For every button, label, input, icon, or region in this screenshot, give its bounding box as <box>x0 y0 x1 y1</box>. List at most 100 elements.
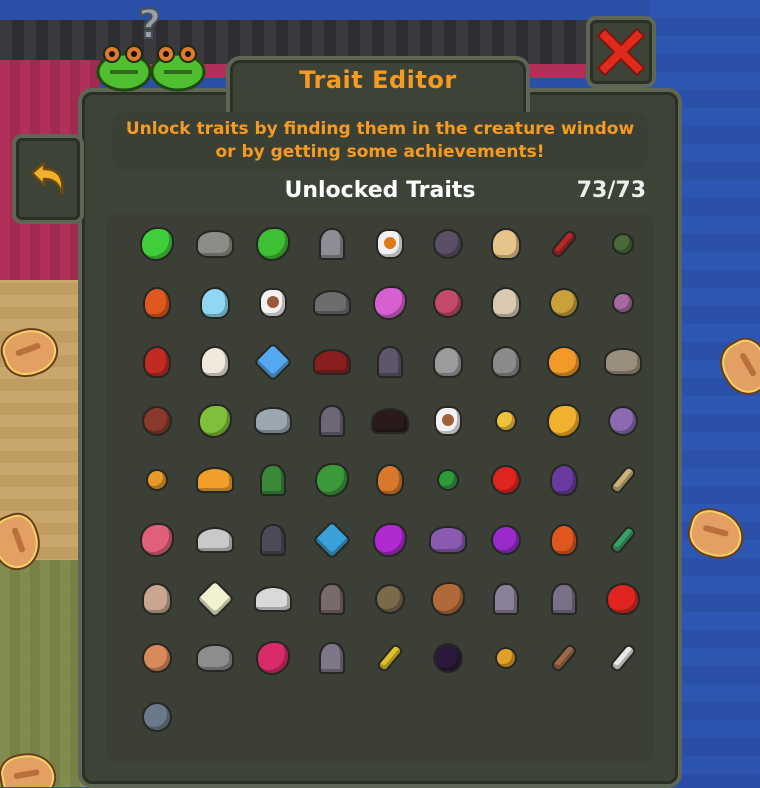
pinwheel-icon <box>314 522 349 557</box>
trait-slot[interactable] <box>594 510 652 569</box>
trait-slot[interactable] <box>477 273 535 332</box>
trait-slot[interactable] <box>244 628 302 687</box>
close-x-icon <box>597 28 645 76</box>
trait-slot[interactable] <box>186 332 244 391</box>
section-title: Unlocked Traits <box>284 178 476 203</box>
trait-slot[interactable] <box>419 569 477 628</box>
trait-slot[interactable] <box>477 510 535 569</box>
trait-slot[interactable] <box>244 569 302 628</box>
trait-slot[interactable] <box>244 332 302 391</box>
trait-slot[interactable] <box>128 569 186 628</box>
trait-slot[interactable] <box>594 273 652 332</box>
trait-slot[interactable] <box>419 392 477 451</box>
trait-slot[interactable] <box>303 510 361 569</box>
trait-slot[interactable] <box>303 392 361 451</box>
meat-bubble-icon <box>436 408 461 435</box>
trait-slot[interactable] <box>535 273 593 332</box>
trait-slot[interactable] <box>477 392 535 451</box>
trait-slot[interactable] <box>594 332 652 391</box>
trait-slot[interactable] <box>361 628 419 687</box>
trait-slot[interactable] <box>419 628 477 687</box>
trait-slot[interactable] <box>361 510 419 569</box>
green-lizard-icon <box>258 228 289 259</box>
trait-slot[interactable] <box>303 332 361 391</box>
trait-slot[interactable] <box>303 569 361 628</box>
trait-slot[interactable] <box>303 451 361 510</box>
gray-wings-icon <box>314 291 349 314</box>
back-button[interactable] <box>12 134 84 224</box>
trait-slot[interactable] <box>361 273 419 332</box>
trait-slot[interactable] <box>594 451 652 510</box>
black-demon-icon <box>372 410 407 433</box>
trait-slot[interactable] <box>186 569 244 628</box>
trait-slot[interactable] <box>535 510 593 569</box>
trait-slot[interactable] <box>186 628 244 687</box>
trait-slot[interactable] <box>477 628 535 687</box>
trait-slot[interactable] <box>186 214 244 273</box>
trait-slot[interactable] <box>361 332 419 391</box>
trait-slot[interactable] <box>477 569 535 628</box>
trait-editor-window: Trait Editor ? Unlock traits by finding … <box>12 1 682 788</box>
description-text: Unlock traits by finding them in the cre… <box>112 112 648 170</box>
trait-slot[interactable] <box>186 392 244 451</box>
bloody-knife-icon <box>552 231 576 257</box>
trait-slot[interactable] <box>128 332 186 391</box>
trait-slot[interactable] <box>594 569 652 628</box>
angry-face-bubble-icon <box>377 230 402 257</box>
trait-slot[interactable] <box>244 510 302 569</box>
red-demon-icon <box>145 347 170 376</box>
eagle-head-icon <box>202 347 229 376</box>
trait-slot[interactable] <box>303 273 361 332</box>
trait-slot[interactable] <box>477 214 535 273</box>
trait-slot[interactable] <box>244 273 302 332</box>
trait-slot[interactable] <box>128 273 186 332</box>
trait-slot[interactable] <box>419 273 477 332</box>
trait-slot[interactable] <box>128 392 186 451</box>
trait-slot[interactable] <box>419 451 477 510</box>
close-button[interactable] <box>586 16 656 88</box>
trait-slot[interactable] <box>128 214 186 273</box>
section-header: Unlocked Traits 73/73 <box>102 176 658 208</box>
trait-slot[interactable] <box>128 510 186 569</box>
trait-slot[interactable] <box>186 451 244 510</box>
trait-slot[interactable] <box>535 214 593 273</box>
trait-slot[interactable] <box>244 214 302 273</box>
trait-slot[interactable] <box>535 392 593 451</box>
bone-skull-icon <box>493 288 520 317</box>
purple-rock-icon <box>431 527 466 552</box>
trait-slot[interactable] <box>303 628 361 687</box>
trait-slot[interactable] <box>535 451 593 510</box>
trait-slot[interactable] <box>419 510 477 569</box>
trait-slot[interactable] <box>186 510 244 569</box>
trait-slot[interactable] <box>419 332 477 391</box>
trait-slot[interactable] <box>244 451 302 510</box>
glasses-icon <box>256 587 291 610</box>
trait-slot[interactable] <box>186 273 244 332</box>
trait-slot[interactable] <box>128 628 186 687</box>
trait-slot[interactable] <box>361 569 419 628</box>
trait-slot[interactable] <box>594 214 652 273</box>
trait-slot[interactable] <box>128 688 186 747</box>
blonde-head-icon <box>493 229 520 258</box>
gas-mask-icon <box>144 704 171 731</box>
gray-wolf-icon <box>435 347 462 376</box>
trait-slot[interactable] <box>361 451 419 510</box>
trait-slot[interactable] <box>535 332 593 391</box>
trait-slot[interactable] <box>594 628 652 687</box>
trait-slot[interactable] <box>477 451 535 510</box>
brain-bubble-icon <box>261 289 286 316</box>
trait-slot[interactable] <box>303 214 361 273</box>
white-bird-icon <box>198 528 233 551</box>
trait-slot[interactable] <box>128 451 186 510</box>
trait-slot[interactable] <box>477 332 535 391</box>
trait-slot[interactable] <box>535 569 593 628</box>
trait-slot[interactable] <box>419 214 477 273</box>
green-shield-icon <box>262 466 285 495</box>
trait-slot[interactable] <box>535 628 593 687</box>
trait-slot[interactable] <box>594 392 652 451</box>
crowned-tomb-icon <box>495 584 518 613</box>
monster-mouth-icon <box>435 644 462 671</box>
trait-slot[interactable] <box>361 392 419 451</box>
trait-slot[interactable] <box>361 214 419 273</box>
trait-slot[interactable] <box>244 392 302 451</box>
